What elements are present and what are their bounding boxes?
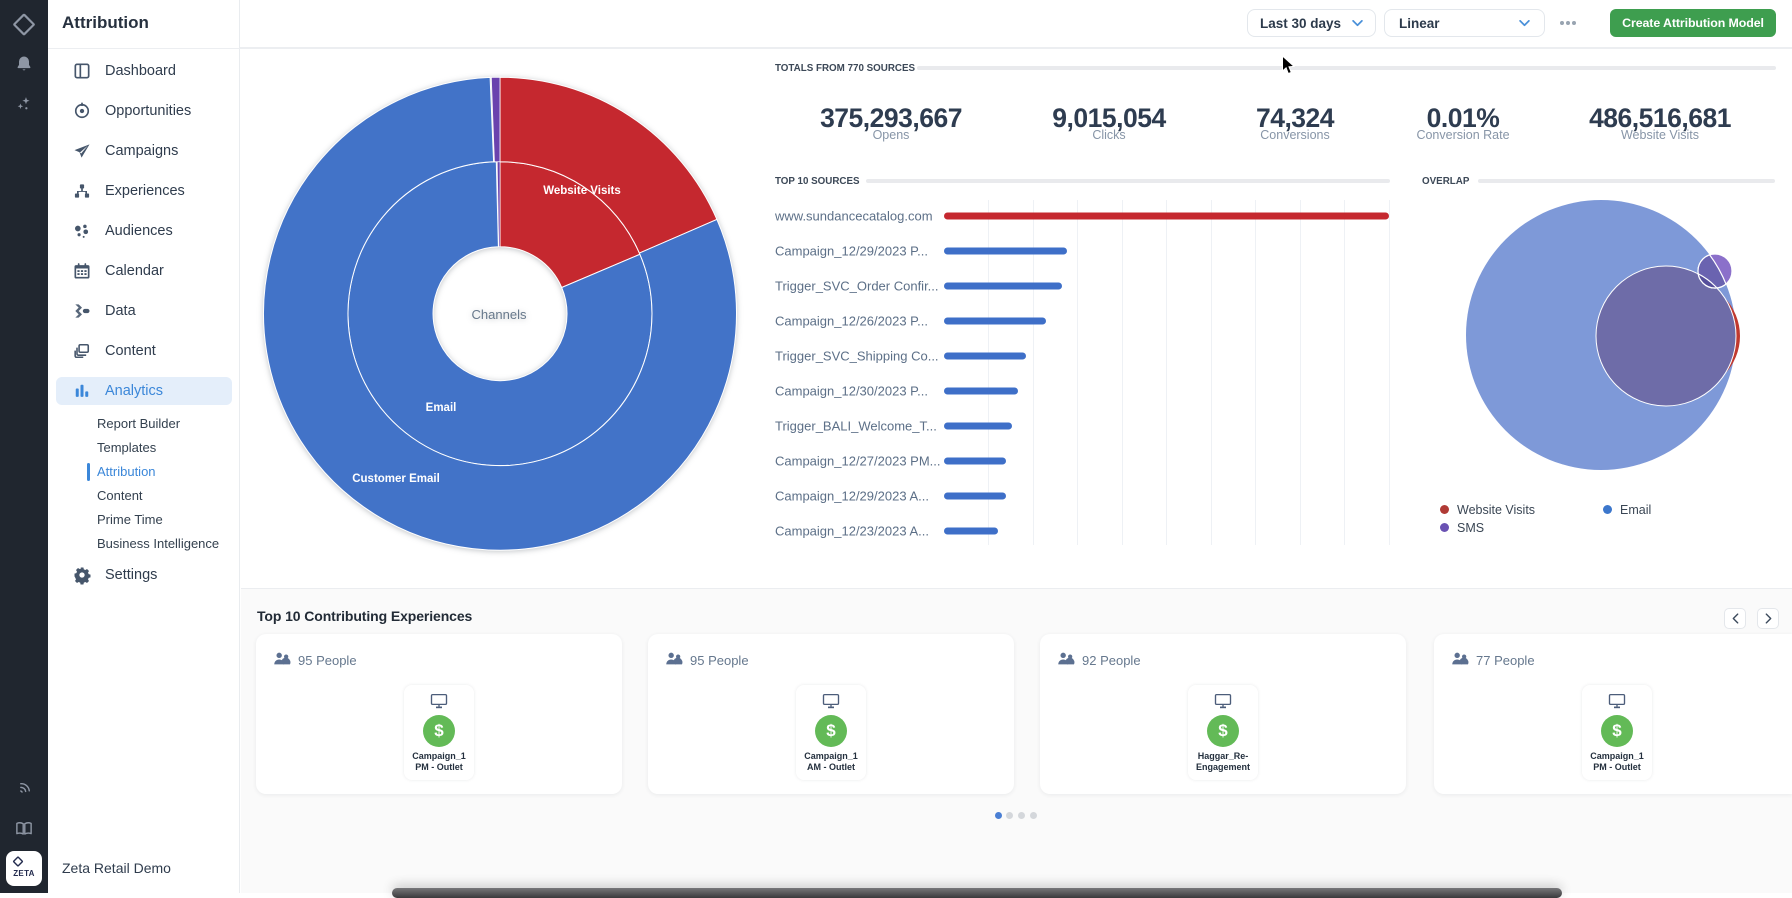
svg-text:Channels: Channels	[472, 307, 527, 322]
svg-text:Website Visits: Website Visits	[543, 185, 621, 197]
svg-text:Customer Email: Customer Email	[352, 473, 440, 485]
svg-text:Email: Email	[426, 402, 457, 414]
